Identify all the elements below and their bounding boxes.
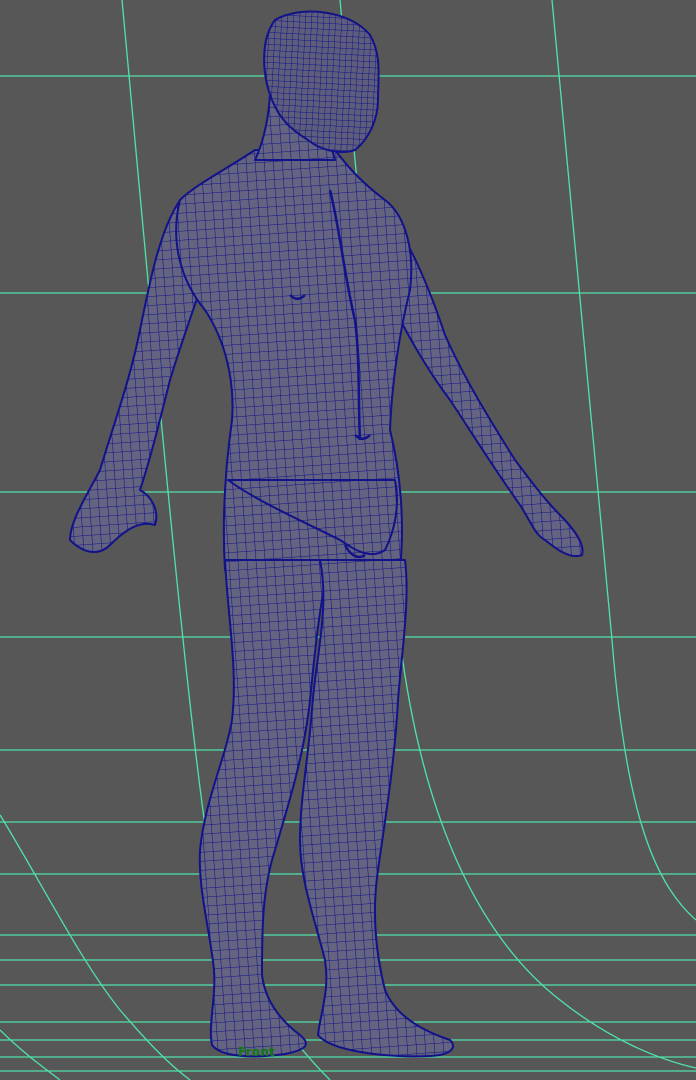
3d-viewport[interactable]: Front xyxy=(0,0,696,1080)
view-axis-label: Front xyxy=(238,1045,275,1059)
human-mesh-model[interactable] xyxy=(69,10,584,1058)
viewport-canvas[interactable] xyxy=(0,0,696,1080)
mesh-right-leg xyxy=(299,559,455,1058)
